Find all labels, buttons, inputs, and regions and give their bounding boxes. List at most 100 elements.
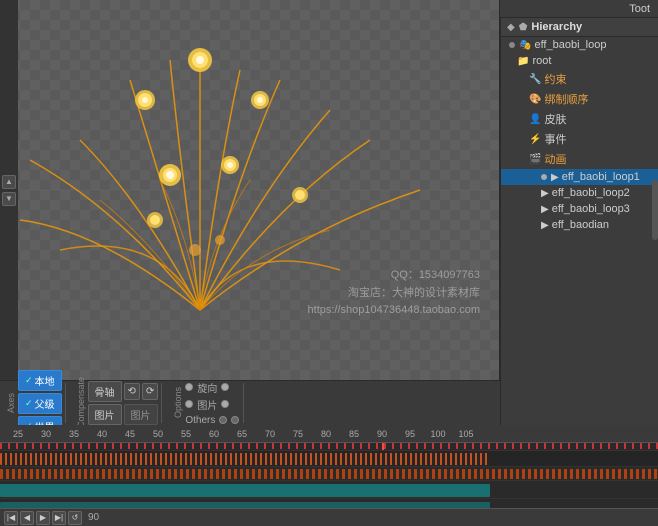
arrow-up-btn[interactable]: ▲: [2, 175, 16, 189]
others-dot2[interactable]: [231, 416, 239, 424]
tl-btn-loop[interactable]: ↺: [68, 511, 82, 525]
option-rotate-dot[interactable]: [185, 383, 193, 391]
hier-item-kongzhi[interactable]: 🎨 绑制顺序: [501, 89, 658, 109]
track-anim-1: [0, 469, 658, 479]
item-label-loop1: eff_baobi_loop1: [562, 171, 640, 183]
option-rotate-row: 旋向: [185, 380, 239, 395]
hierarchy-title: Hierarchy: [531, 21, 582, 33]
item-icon-root: 📁: [517, 56, 529, 67]
option-rotate-dot2[interactable]: [221, 383, 229, 391]
frame-dots: [0, 443, 658, 449]
ruler-mark-50: 50: [153, 429, 163, 439]
hier-item-loop1[interactable]: ▶ eff_baobi_loop1: [501, 169, 658, 185]
playhead[interactable]: [382, 443, 384, 450]
item-icon-kongzhi: 🎨: [529, 94, 541, 105]
ruler-mark-90: 90: [377, 429, 387, 439]
btn-parent-label: 父级: [35, 396, 55, 411]
hierarchy-icon-2: ⬟: [519, 22, 528, 33]
btn-image2-label: 图片: [131, 407, 151, 422]
item-label-kongzhi: 绑制顺序: [544, 91, 588, 107]
timeline: 25 30 35 40 45 50 55 60 65 70 75 80 85 9…: [0, 425, 658, 526]
item-label-shijian: 事件: [544, 131, 566, 147]
axes-row2: ✓ 父级: [18, 393, 62, 414]
option-image-dot2[interactable]: [221, 400, 229, 408]
item-label-loop3: eff_baobi_loop3: [552, 203, 630, 215]
scroll-indicator[interactable]: [652, 180, 658, 240]
item-label-yueshu: 约束: [544, 71, 566, 87]
option-image-label: 图片: [197, 397, 217, 412]
hier-item-yueshu[interactable]: 🔧 约束: [501, 69, 658, 89]
hier-item-pifu[interactable]: 👤 皮肤: [501, 109, 658, 129]
item-icon-yueshu: 🔧: [529, 74, 541, 85]
particle-animation: [0, 0, 500, 380]
ruler-mark-30: 30: [41, 429, 51, 439]
ruler-mark-85: 85: [349, 429, 359, 439]
item-icon-loop2: ▶: [541, 188, 549, 199]
others-dot1[interactable]: [219, 416, 227, 424]
hier-item-loop2[interactable]: ▶ eff_baobi_loop2: [501, 185, 658, 201]
dot-indicator: [509, 42, 515, 48]
ruler-mark-35: 35: [69, 429, 79, 439]
hier-item-baodian[interactable]: ▶ eff_baodian: [501, 217, 658, 233]
track-row-1: [0, 451, 658, 467]
hierarchy-header: ◆ ⬟ Hierarchy: [501, 18, 658, 37]
rotate-ccw-btn[interactable]: ⟲: [124, 383, 140, 400]
options-section: Options 旋向 图片 Others: [167, 383, 244, 423]
option-image-dot[interactable]: [185, 400, 193, 408]
track-orange-1: [0, 453, 490, 465]
btn-image2[interactable]: 图片: [124, 404, 158, 425]
item-label-eff: eff_baobi_loop: [534, 39, 606, 51]
btn-local[interactable]: ✓ 本地: [18, 370, 62, 391]
compensate-buttons: 骨轴 ⟲ ⟳ 图片 图片: [88, 381, 159, 425]
item-icon-donghua: 🎬: [529, 154, 541, 165]
item-label-root: root: [532, 55, 551, 67]
btn-bone-label: 骨轴: [95, 384, 115, 399]
track-teal-row-1: [0, 481, 658, 499]
comp-row2: 图片 图片: [88, 404, 159, 425]
checkmark-local: ✓: [25, 375, 33, 386]
btn-parent[interactable]: ✓ 父级: [18, 393, 62, 414]
arrow-down-btn[interactable]: ▼: [2, 192, 16, 206]
timeline-ruler: 25 30 35 40 45 50 55 60 65 70 75 80 85 9…: [0, 425, 658, 443]
tl-btn-2[interactable]: ◀: [20, 511, 34, 525]
hier-item-root[interactable]: 📁 root: [501, 53, 658, 69]
tl-btn-3[interactable]: ▶: [36, 511, 50, 525]
tl-btn-4[interactable]: ▶|: [52, 511, 66, 525]
bottom-toolbar: Axes ✓ 本地 ✓ 父级 ✓ 世界: [0, 380, 500, 425]
tl-frame-counter: 90: [88, 512, 99, 523]
toot-label-area: Toot: [500, 0, 658, 18]
item-label-donghua: 动画: [544, 151, 566, 167]
tl-btn-1[interactable]: |◀: [4, 511, 18, 525]
item-icon-loop3: ▶: [541, 204, 549, 215]
comp-row1: 骨轴 ⟲ ⟳: [88, 381, 159, 402]
item-label-pifu: 皮肤: [544, 111, 566, 127]
hier-item-donghua[interactable]: 🎬 动画: [501, 149, 658, 169]
btn-image-label: 图片: [95, 407, 115, 422]
options-list: 旋向 图片 Others: [185, 380, 239, 427]
hierarchy-icon-1: ◆: [507, 22, 515, 33]
item-icon-pifu: 👤: [529, 114, 541, 125]
hier-item-eff-baobi-loop[interactable]: 🎭 eff_baobi_loop: [501, 37, 658, 53]
compensate-section: Compensate 骨轴 ⟲ ⟳ 图片 图片: [71, 383, 163, 423]
option-rotate-label: 旋向: [197, 380, 217, 395]
dot-loop1: [541, 174, 547, 180]
item-label-baodian: eff_baodian: [552, 219, 609, 231]
rotate-cw-btn[interactable]: ⟳: [142, 383, 158, 400]
axes-row1: ✓ 本地: [18, 370, 62, 391]
timeline-bottom: |◀ ◀ ▶ ▶| ↺ 90: [0, 508, 658, 526]
item-icon-baodian: ▶: [541, 220, 549, 231]
track-row-2: [0, 467, 658, 481]
btn-bone[interactable]: 骨轴: [88, 381, 122, 402]
ruler-mark-75: 75: [293, 429, 303, 439]
hier-item-shijian[interactable]: ⚡ 事件: [501, 129, 658, 149]
ruler-mark-105: 105: [458, 429, 473, 439]
hier-item-loop3[interactable]: ▶ eff_baobi_loop3: [501, 201, 658, 217]
option-image-row: 图片: [185, 397, 239, 412]
item-icon-loop1: ▶: [551, 172, 559, 183]
btn-image[interactable]: 图片: [88, 404, 122, 425]
ruler-mark-80: 80: [321, 429, 331, 439]
track-teal-1: [0, 484, 490, 497]
axes-label: Axes: [4, 393, 18, 413]
item-icon-eff: 🎭: [519, 40, 531, 51]
hierarchy-list: 🎭 eff_baobi_loop 📁 root 🔧 约束 🎨 绑制顺序 👤 皮肤…: [501, 37, 658, 233]
